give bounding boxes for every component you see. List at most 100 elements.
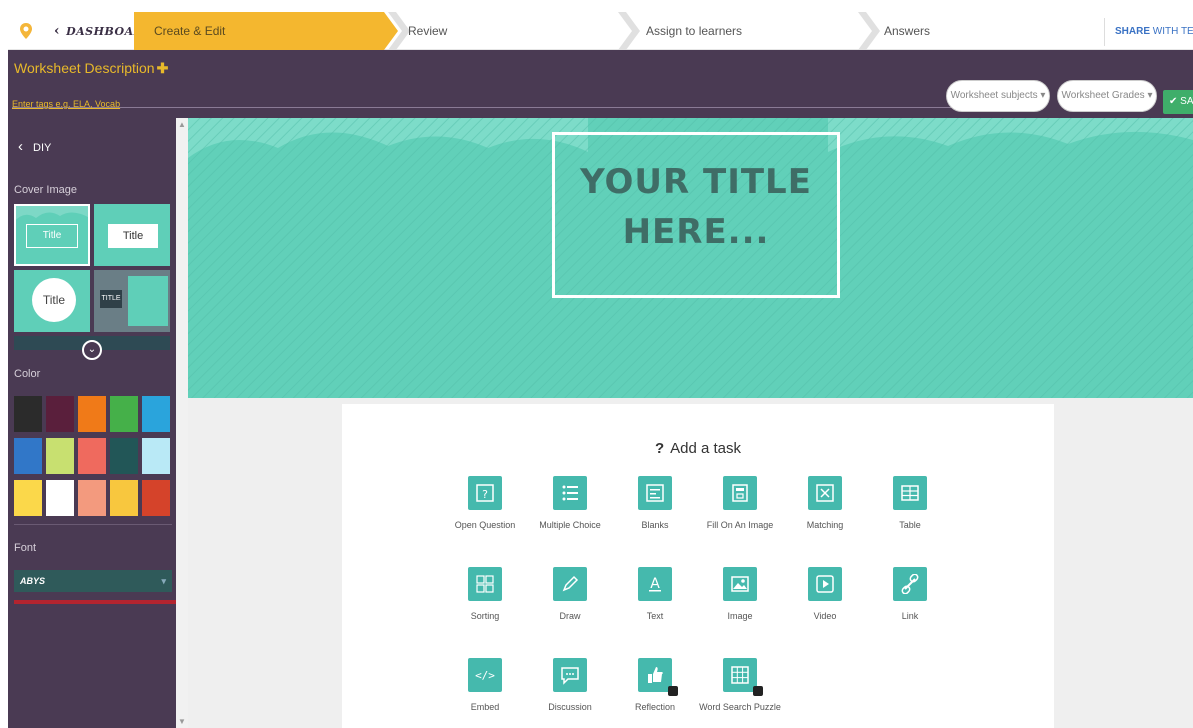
task-tile[interactable] [723,658,757,692]
task-label: Table [899,520,921,530]
chevron-down-icon[interactable]: ⌄ [82,340,102,360]
color-swatch[interactable] [78,480,106,516]
task-tile[interactable] [468,567,502,601]
task-tile[interactable] [808,476,842,510]
task-open-question[interactable]: ? Open Question [440,476,530,530]
workflow-steps: Create & Edit Review Assign to learners … [134,12,1098,50]
task-image[interactable]: Image [695,567,785,621]
task-fill-on-an-image[interactable]: Fill On An Image [695,476,785,530]
color-swatch[interactable] [78,438,106,474]
task-sorting[interactable]: Sorting [440,567,530,621]
color-swatch[interactable] [78,396,106,432]
back-button[interactable]: ‹ DIY [18,138,51,155]
task-tile[interactable] [723,567,757,601]
font-value: ABYS [20,576,46,586]
task-reflection[interactable]: Reflection [610,658,700,712]
task-label: Draw [559,611,581,621]
task-tile[interactable]: ? [468,476,502,510]
color-swatch[interactable] [142,396,170,432]
lock-icon [753,686,763,696]
task-tile[interactable]: </> [468,658,502,692]
task-tile[interactable] [723,476,757,510]
step-assign[interactable]: Assign to learners [646,12,742,50]
cover-thumb-1[interactable]: Title [14,204,90,266]
task-tile[interactable] [638,658,672,692]
font-dropdown[interactable]: ABYS ▾ [14,570,172,592]
color-swatch[interactable] [46,438,74,474]
task-label: Open Question [454,520,516,530]
task-label: Video [813,611,837,621]
task-panel: ? Add a task ? Open Question Multiple Choic… [342,404,1054,728]
cover-thumb-panel [128,276,168,326]
cover-thumb-4[interactable]: TITLE [94,270,170,332]
task-text[interactable]: A Text [610,567,700,621]
color-swatch[interactable] [142,438,170,474]
task-draw[interactable]: Draw [525,567,615,621]
cover-thumb-2[interactable]: Title [94,204,170,266]
scroll-up-icon[interactable]: ▲ [178,120,186,129]
task-word-search-puzzle[interactable]: Word Search Puzzle [695,658,785,712]
task-video[interactable]: Video [780,567,870,621]
grades-dropdown[interactable]: Worksheet Grades ▾ [1057,80,1157,112]
step-create-edit[interactable]: Create & Edit [154,12,225,50]
task-multiple-choice[interactable]: Multiple Choice [525,476,615,530]
cover-image[interactable]: YOUR TITLE HERE... [188,118,1193,398]
task-label: Discussion [548,702,592,712]
sidebar-scrollbar[interactable]: ▲ ▼ [176,118,188,728]
scroll-down-icon[interactable]: ▼ [178,717,186,726]
cover-thumb-3[interactable]: Title [14,270,90,332]
color-label: Color [14,368,41,380]
video-icon [816,575,834,593]
save-button[interactable]: ✔ SAVE [1163,90,1193,114]
task-discussion[interactable]: Discussion [525,658,615,712]
color-swatch[interactable] [46,480,74,516]
share-with-teacher-button[interactable]: SHARE WITH TEACHER [1104,18,1193,46]
cover-thumb-title: Title [32,278,76,322]
tags-input[interactable]: Enter tags e.g. ELA, Vocab [12,94,952,109]
step-answers[interactable]: Answers [884,12,930,50]
color-swatch[interactable] [110,396,138,432]
task-tile[interactable] [638,476,672,510]
diy-sidebar: ‹ DIY Cover Image Title Title Title TITLE… [8,118,180,728]
chevron-left-icon: ‹ [18,138,23,155]
table-icon [901,485,919,501]
color-swatch[interactable] [110,438,138,474]
app-window: ‹ DASHBOARD Create & Edit Review Assign t… [0,0,1193,728]
subjects-dropdown[interactable]: Worksheet subjects ▾ [946,80,1050,112]
divider [14,524,172,525]
task-tile[interactable] [553,658,587,692]
color-swatch[interactable] [142,480,170,516]
color-swatch[interactable] [14,396,42,432]
task-tile[interactable] [553,476,587,510]
blanks-icon [646,484,664,502]
task-blanks[interactable]: Blanks [610,476,700,530]
share-rest: WITH TEACHER [1152,26,1193,37]
task-link[interactable]: Link [865,567,955,621]
color-swatch[interactable] [110,480,138,516]
color-swatch[interactable] [46,396,74,432]
add-task-heading: ? Add a task [342,440,1054,457]
task-matching[interactable]: Matching [780,476,870,530]
task-label: Multiple Choice [539,520,601,530]
task-tile[interactable]: A [638,567,672,601]
task-embed[interactable]: </> Embed [440,658,530,712]
plus-icon: ✚ [156,60,169,76]
task-tile[interactable] [553,567,587,601]
worksheet-description-button[interactable]: Worksheet Description ✚ [14,60,168,77]
cover-thumb-title: Title [108,224,158,248]
cover-title-box[interactable]: YOUR TITLE HERE... [552,132,840,298]
steps-chevron-bg [134,12,880,50]
question-mark-icon: ? [654,440,665,457]
step-review[interactable]: Review [408,12,447,50]
task-tile[interactable] [893,567,927,601]
task-label: Sorting [470,611,500,621]
task-tile[interactable] [893,476,927,510]
task-tile[interactable] [808,567,842,601]
tags-placeholder: Enter tags e.g. ELA, Vocab [12,99,121,109]
task-table[interactable]: Table [865,476,955,530]
task-label: Image [727,611,753,621]
color-swatch[interactable] [14,480,42,516]
matching-icon [816,484,834,502]
cover-image-label: Cover Image [14,184,77,196]
color-swatch[interactable] [14,438,42,474]
